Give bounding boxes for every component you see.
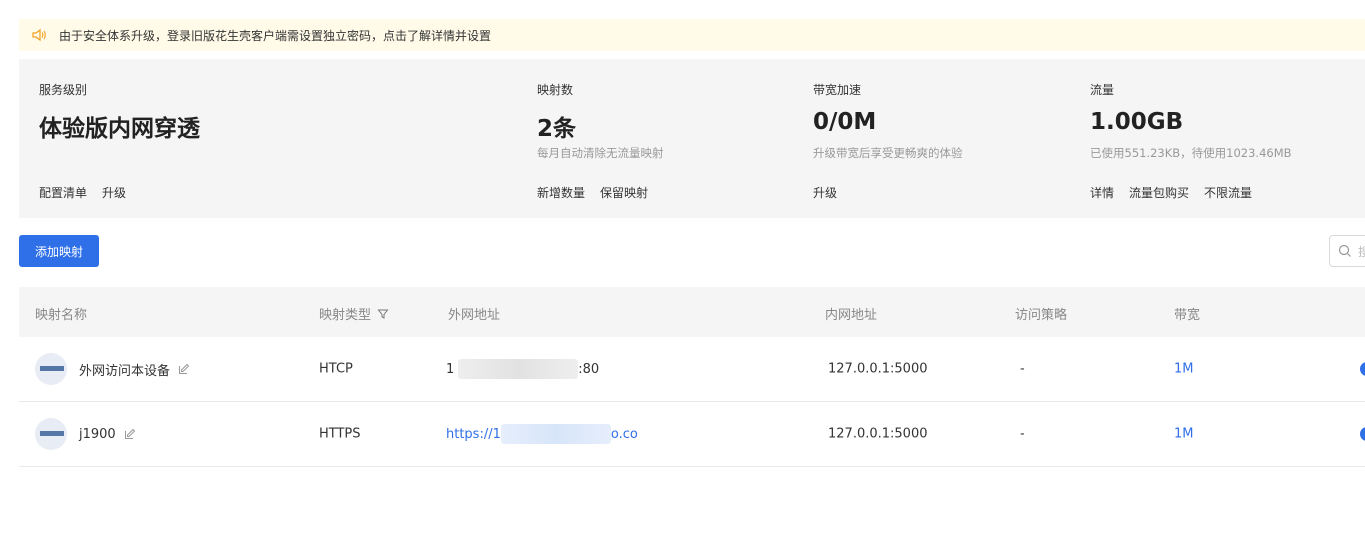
- header-external-address: 外网地址: [448, 308, 501, 323]
- mapping-name: j1900: [79, 426, 116, 442]
- unlimited-traffic-link[interactable]: 不限流量: [1204, 184, 1252, 201]
- upgrade-bandwidth-link[interactable]: 升级: [813, 184, 837, 201]
- edit-icon[interactable]: [178, 363, 190, 375]
- notice-text[interactable]: 由于安全体系升级，登录旧版花生壳客户端需设置独立密码，点击了解详情并设置: [59, 27, 491, 44]
- stat-sub: 已使用551.23KB，待使用1023.46MB: [1090, 146, 1292, 160]
- stat-label: 流量: [1090, 83, 1115, 97]
- header-access-policy: 访问策略: [1015, 308, 1068, 323]
- stat-sub: 升级带宽后享受更畅爽的体验: [813, 146, 963, 160]
- access-policy: -: [1020, 426, 1025, 442]
- notice-bar[interactable]: 由于安全体系升级，登录旧版花生壳客户端需设置独立密码，点击了解详情并设置: [19, 19, 1365, 51]
- filter-icon[interactable]: [377, 308, 389, 320]
- internal-address: 127.0.0.1:5000: [828, 426, 928, 442]
- upgrade-service-link[interactable]: 升级: [102, 184, 126, 201]
- header-bandwidth: 带宽: [1174, 308, 1201, 323]
- mapping-name-cell: 外网访问本设备: [35, 353, 190, 385]
- stats-panel: 服务级别 体验版内网穿透 配置清单 升级 映射数 2条 每月自动清除无流量映射 …: [19, 59, 1365, 218]
- status-toggle[interactable]: [1360, 362, 1365, 376]
- speaker-icon: [31, 27, 47, 43]
- mapping-avatar: [35, 418, 67, 450]
- search-icon: [1338, 244, 1352, 258]
- stat-label: 服务级别: [39, 83, 88, 97]
- table-row: j1900 HTTPS https://1 o.co 127.0.0.1:500…: [19, 402, 1365, 467]
- header-mapping-type[interactable]: 映射类型: [319, 304, 389, 323]
- mapping-name: 外网访问本设备: [79, 363, 171, 379]
- external-address-link[interactable]: https://1 o.co: [446, 424, 638, 444]
- stat-value: 0/0M: [813, 109, 877, 135]
- search-placeholder: 搜: [1358, 243, 1365, 260]
- stat-value: 1.00GB: [1090, 109, 1184, 135]
- mapping-name-cell: j1900: [35, 418, 136, 450]
- mapping-type: HTTPS: [319, 426, 361, 442]
- bandwidth-link[interactable]: 1M: [1174, 362, 1194, 377]
- external-address-prefix: 1: [446, 361, 455, 377]
- mapping-type: HTCP: [319, 361, 353, 377]
- redacted-blur: [458, 359, 579, 379]
- mapping-avatar: [35, 353, 67, 385]
- header-internal-address: 内网地址: [825, 308, 878, 323]
- bandwidth-link[interactable]: 1M: [1174, 427, 1194, 442]
- external-address[interactable]: 1 :80: [446, 359, 599, 379]
- external-address-prefix: https://1: [446, 426, 501, 442]
- add-mapping-button[interactable]: 添加映射: [19, 235, 99, 267]
- edit-icon[interactable]: [124, 428, 136, 440]
- external-address-suffix: o.co: [610, 426, 638, 442]
- header-mapping-type-label: 映射类型: [319, 308, 372, 323]
- buy-traffic-pack-link[interactable]: 流量包购买: [1129, 184, 1189, 201]
- stat-sub: 每月自动清除无流量映射: [537, 146, 664, 160]
- stat-label: 带宽加速: [813, 83, 862, 97]
- search-input[interactable]: 搜: [1329, 235, 1365, 267]
- header-mapping-name: 映射名称: [35, 308, 88, 323]
- table-header: 映射名称 映射类型 外网地址 内网地址 访问策略 带宽: [19, 287, 1365, 337]
- stat-label: 映射数: [537, 83, 574, 97]
- keep-mapping-link[interactable]: 保留映射: [600, 184, 648, 201]
- internal-address: 127.0.0.1:5000: [828, 361, 928, 377]
- mapping-table: 映射名称 映射类型 外网地址 内网地址 访问策略 带宽 外网访问本设备 HTCP…: [19, 287, 1365, 467]
- stat-value: 体验版内网穿透: [39, 116, 200, 142]
- add-quantity-link[interactable]: 新增数量: [537, 184, 585, 201]
- traffic-details-link[interactable]: 详情: [1090, 184, 1114, 201]
- access-policy: -: [1020, 361, 1025, 377]
- status-toggle[interactable]: [1360, 427, 1365, 441]
- external-address-suffix: :80: [578, 361, 600, 377]
- stat-value: 2条: [537, 116, 577, 142]
- table-row: 外网访问本设备 HTCP 1 :80 127.0.0.1:5000 - 1M: [19, 337, 1365, 402]
- redacted-blur: [500, 424, 611, 444]
- config-list-link[interactable]: 配置清单: [39, 184, 87, 201]
